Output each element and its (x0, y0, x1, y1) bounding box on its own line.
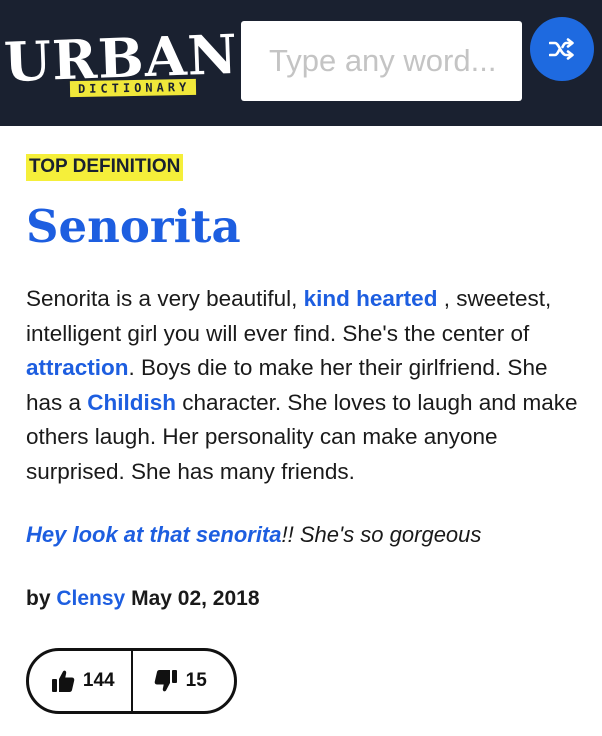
example-link[interactable]: Hey look at that senorita (26, 522, 282, 547)
shuffle-icon (549, 38, 574, 60)
thumbs-down-count: 15 (185, 670, 207, 691)
logo-subtitle: DICTIONARY (69, 78, 197, 98)
author-link[interactable]: Clensy (56, 587, 125, 610)
definition-meaning: Senorita is a very beautiful, kind heart… (26, 282, 582, 490)
vote-bar: 144 15 (26, 648, 237, 714)
thumbs-up-count: 144 (82, 670, 115, 691)
thumbs-up-icon (51, 670, 75, 692)
example-text: !! She's so gorgeous (281, 522, 482, 547)
by-label: by (26, 587, 51, 610)
post-date: May 02, 2018 (131, 587, 260, 610)
meaning-link[interactable]: kind hearted (304, 286, 438, 311)
meaning-link[interactable]: Childish (87, 390, 176, 415)
random-word-button[interactable] (530, 17, 594, 81)
thumbs-down-icon (154, 670, 177, 692)
search-input[interactable] (267, 42, 521, 80)
definition-example: Hey look at that senorita!! She's so gor… (26, 520, 582, 550)
meaning-link[interactable]: attraction (26, 355, 129, 380)
definition-word[interactable]: Senorita (26, 192, 241, 262)
thumbs-up-button[interactable]: 144 (29, 651, 131, 711)
byline: by Clensy May 02, 2018 (26, 584, 260, 614)
meaning-text: Senorita is a very beautiful, (26, 286, 304, 311)
top-definition-badge: TOP DEFINITION (26, 154, 184, 181)
header: URBAN DICTIONARY (0, 0, 602, 126)
search-box[interactable] (241, 21, 522, 101)
thumbs-down-button[interactable]: 15 (130, 651, 235, 711)
